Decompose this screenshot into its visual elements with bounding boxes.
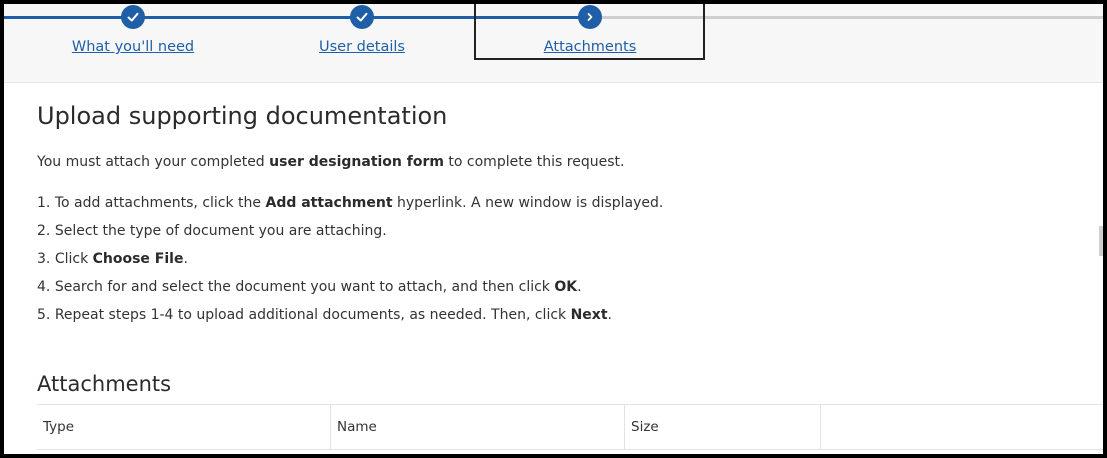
instruction-text-after: .: [183, 251, 188, 267]
check-icon: [356, 12, 368, 22]
attachments-table-header: Type Name Size: [37, 404, 1103, 450]
step-2-complete-icon: [350, 5, 374, 29]
progress-stepper: What you'll need User details Attachment…: [4, 4, 1103, 83]
instruction-text: Select the type of document you are atta…: [54, 223, 387, 239]
attachments-title: Attachments: [37, 372, 172, 396]
instruction-list: 1. To add attachments, click the Add att…: [37, 192, 663, 332]
step-link-what-youll-need[interactable]: What you'll need: [72, 39, 194, 55]
instruction-bold: OK: [554, 279, 578, 295]
instruction-item: 2. Select the type of document you are a…: [37, 220, 663, 248]
page-title: Upload supporting documentation: [37, 102, 448, 130]
instruction-text-after: .: [607, 307, 612, 323]
column-header-actions: [821, 405, 1103, 449]
instruction-number: 1.: [37, 195, 51, 211]
instruction-number: 5.: [37, 307, 51, 323]
scrollbar-thumb[interactable]: [1099, 226, 1103, 256]
column-header-size[interactable]: Size: [625, 405, 821, 449]
step-1-complete-icon: [121, 5, 145, 29]
instruction-text: Click: [54, 251, 93, 267]
instruction-bold: Next: [570, 307, 608, 323]
instruction-item: 3. Click Choose File.: [37, 248, 663, 276]
column-header-type[interactable]: Type: [37, 405, 331, 449]
instruction-text: Repeat steps 1-4 to upload additional do…: [54, 307, 571, 323]
intro-text-after: to complete this request.: [443, 154, 625, 170]
column-header-name[interactable]: Name: [331, 405, 625, 449]
instruction-text: To add attachments, click the: [54, 195, 266, 211]
instruction-bold: Choose File: [92, 251, 184, 267]
intro-text-before: You must attach your completed: [37, 154, 270, 170]
step-link-user-details[interactable]: User details: [319, 39, 405, 55]
instruction-item: 1. To add attachments, click the Add att…: [37, 192, 663, 220]
screenshot-frame: What you'll need User details Attachment…: [0, 0, 1107, 458]
instruction-number: 2.: [37, 223, 51, 239]
intro-text-bold: user designation form: [269, 154, 444, 170]
check-icon: [127, 12, 139, 22]
instruction-number: 3.: [37, 251, 51, 267]
current-step-highlight: [474, 4, 705, 60]
instruction-bold: Add attachment: [265, 195, 393, 211]
instruction-text: Search for and select the document you w…: [54, 279, 555, 295]
instruction-item: 5. Repeat steps 1-4 to upload additional…: [37, 304, 663, 332]
instruction-number: 4.: [37, 279, 51, 295]
intro-text: You must attach your completed user desi…: [37, 154, 624, 170]
instruction-text-after: .: [577, 279, 582, 295]
instruction-text-after: hyperlink. A new window is displayed.: [392, 195, 664, 211]
instruction-item: 4. Search for and select the document yo…: [37, 276, 663, 304]
